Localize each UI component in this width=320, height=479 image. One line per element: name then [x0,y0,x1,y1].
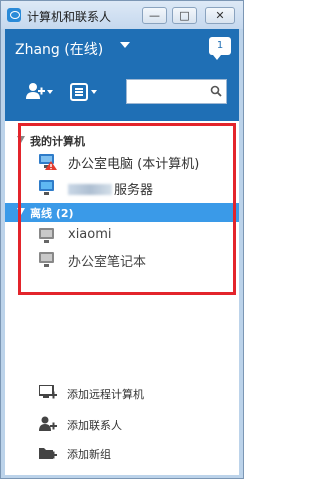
list-menu-button[interactable] [69,81,99,103]
list-icon [70,83,97,101]
add-contact-button[interactable]: 添加联系人 [5,414,239,434]
add-group-button[interactable]: 添加新组 [5,443,239,463]
minimize-button[interactable]: — [142,7,167,24]
add-remote-computer-button[interactable]: 添加远程计算机 [5,383,239,403]
user-status-menu[interactable]: Zhang (在线) [15,39,103,59]
add-person-icon [26,83,53,99]
search-input[interactable] [126,79,227,104]
account-header: Zhang (在线) 1 [5,29,239,121]
search-icon [210,85,222,97]
title-bar[interactable]: 计算机和联系人 — □ ✕ [1,1,243,29]
add-group-icon [39,448,57,459]
highlight-frame [18,123,236,295]
app-logo-icon [7,8,21,22]
add-contact-icon [39,416,57,431]
add-computer-icon [39,385,57,399]
window-title: 计算机和联系人 [27,10,112,24]
action-label: 添加新组 [67,448,111,461]
chevron-down-icon[interactable] [120,42,130,48]
messages-button[interactable]: 1 [209,37,231,60]
action-label: 添加联系人 [67,419,122,432]
action-label: 添加远程计算机 [67,388,144,401]
computer-list-panel: 我的计算机 办公室电脑 (本计算机) 服务器 离线 (2) xiaomi 办公室… [5,121,239,475]
app-window: 计算机和联系人 — □ ✕ Zhang (在线) 1 我的计算机 办公室电脑 (… [0,0,244,479]
close-button[interactable]: ✕ [205,7,235,24]
maximize-button[interactable]: □ [172,7,197,24]
add-contact-menu-button[interactable] [25,81,53,103]
